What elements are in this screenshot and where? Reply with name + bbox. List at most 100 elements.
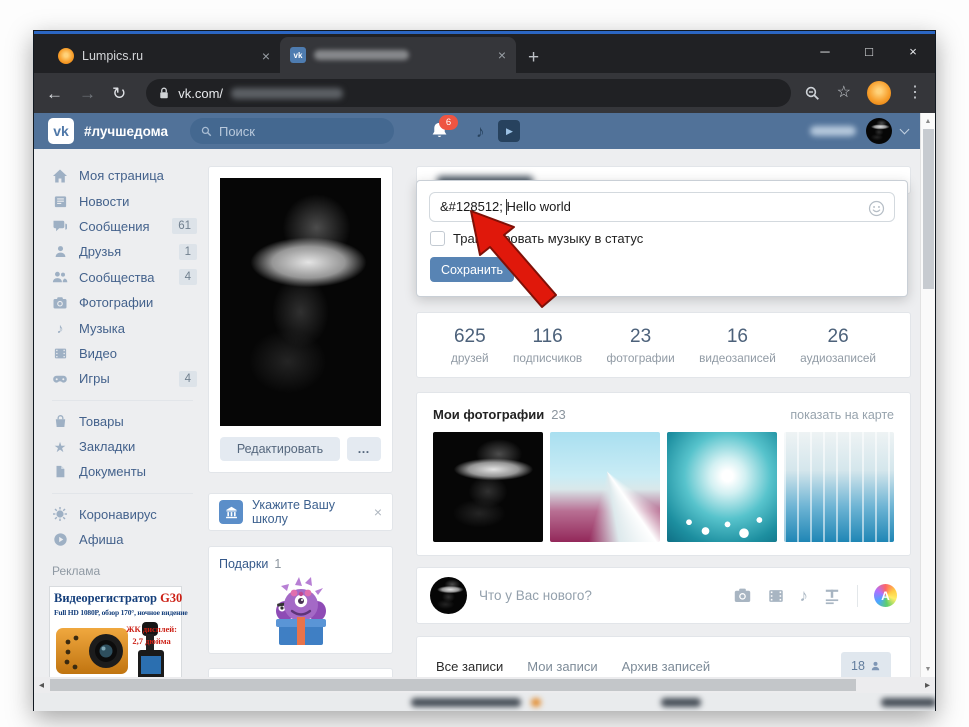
attach-article-icon[interactable] bbox=[823, 587, 841, 605]
sidebar-item-documents[interactable]: Документы bbox=[49, 459, 201, 484]
sidebar-item-photos[interactable]: Фотографии bbox=[49, 290, 201, 315]
close-icon[interactable]: × bbox=[374, 504, 382, 520]
bookmark-star-icon[interactable]: ☆ bbox=[837, 85, 851, 101]
vk-page: Моя страница Новости Сообщения 61 Друзья… bbox=[34, 149, 922, 677]
miniplayer-button[interactable]: ▶ bbox=[498, 120, 521, 142]
browser-tab-lumpics[interactable]: Lumpics.ru × bbox=[48, 39, 280, 73]
counter-videos[interactable]: 16 видеозаписей bbox=[699, 326, 776, 365]
more-actions-button[interactable]: … bbox=[347, 437, 381, 461]
broadcast-music-checkbox[interactable] bbox=[430, 231, 445, 246]
broadcast-music-option: Транслировать музыку в статус bbox=[430, 231, 907, 246]
sidebar-item-news[interactable]: Новости bbox=[49, 188, 201, 213]
status-input[interactable]: &#128512; Hello world bbox=[429, 192, 895, 222]
new-tab-button[interactable]: + bbox=[528, 48, 539, 67]
school-prompt-card: Укажите Вашу школу × bbox=[208, 493, 393, 531]
sidebar-item-communities[interactable]: Сообщества 4 bbox=[49, 265, 201, 290]
wall-tabs-card: Все записи Мои записи Архив записей 18 bbox=[416, 636, 911, 677]
blurred-footer-emoji bbox=[531, 698, 541, 707]
tab-close-icon[interactable]: × bbox=[262, 49, 270, 63]
account-menu[interactable] bbox=[810, 118, 910, 144]
minimize-button[interactable]: ─ bbox=[803, 34, 847, 68]
sidebar-item-coronavirus[interactable]: Коронавирус bbox=[49, 502, 201, 527]
sidebar-item-my-page[interactable]: Моя страница bbox=[49, 163, 201, 188]
user-icon bbox=[52, 244, 68, 260]
edit-profile-button[interactable]: Редактировать bbox=[220, 437, 340, 461]
forward-button[interactable]: → bbox=[79, 85, 96, 102]
search-icon bbox=[201, 126, 212, 136]
close-button[interactable]: × bbox=[891, 34, 935, 68]
horizontal-scrollbar[interactable]: ◂ ▸ bbox=[34, 677, 935, 693]
chrome-menu-icon[interactable]: ⋮ bbox=[907, 85, 923, 101]
notifications-button[interactable]: 6 bbox=[430, 115, 458, 141]
scroll-down-arrow[interactable]: ▼ bbox=[921, 662, 935, 676]
photo-thumbnail-1[interactable] bbox=[433, 432, 543, 542]
sidebar-item-friends[interactable]: Друзья 1 bbox=[49, 239, 201, 264]
attach-video-icon[interactable] bbox=[767, 587, 785, 605]
attach-photo-icon[interactable] bbox=[733, 586, 752, 605]
photo-thumbnail-3[interactable] bbox=[667, 432, 777, 542]
tab-close-icon[interactable]: × bbox=[498, 48, 506, 62]
camera-icon bbox=[52, 295, 68, 311]
browser-tab-vk-active[interactable]: vk × bbox=[280, 37, 516, 73]
photo-thumbnail-2[interactable] bbox=[550, 432, 660, 542]
school-icon bbox=[219, 500, 243, 524]
vk-logo[interactable]: vk bbox=[48, 118, 74, 144]
browser-tabstrip: Lumpics.ru × vk × + ─ □ × bbox=[34, 31, 935, 73]
tab-archived-posts[interactable]: Архив записей bbox=[622, 644, 711, 677]
composer-placeholder[interactable]: Что у Вас нового? bbox=[479, 588, 718, 603]
show-on-map-link[interactable]: показать на карте bbox=[790, 408, 894, 422]
home-icon bbox=[52, 168, 68, 184]
sidebar-item-video[interactable]: Видео bbox=[49, 341, 201, 366]
maximize-button[interactable]: □ bbox=[847, 34, 891, 68]
photo-thumbnail-4[interactable] bbox=[784, 432, 894, 542]
notification-badge: 6 bbox=[438, 115, 458, 130]
gift-image[interactable] bbox=[219, 573, 382, 647]
my-photos-title[interactable]: Мои фотографии bbox=[433, 407, 544, 422]
music-icon[interactable]: ♪ bbox=[476, 123, 485, 140]
post-composer-card: Что у Вас нового? ♪ A bbox=[416, 567, 911, 624]
tab-all-posts[interactable]: Все записи bbox=[436, 644, 503, 677]
save-status-button[interactable]: Сохранить bbox=[430, 257, 514, 282]
page-footer-strip bbox=[34, 693, 935, 711]
sidebar-item-games[interactable]: Игры 4 bbox=[49, 366, 201, 391]
hashtag-link[interactable]: #лучшедома bbox=[84, 124, 168, 139]
counter-audios[interactable]: 26 аудиозаписей bbox=[800, 326, 876, 365]
sidebar-item-music[interactable]: ♪ Музыка bbox=[49, 315, 201, 340]
ads-label: Реклама bbox=[52, 564, 101, 579]
header-search-input[interactable]: Поиск bbox=[189, 118, 394, 144]
counter-friends[interactable]: 625 друзей bbox=[451, 326, 489, 365]
horizontal-scroll-thumb[interactable] bbox=[50, 679, 856, 691]
ad-banner[interactable]: Видеорегистратор G30 Full HD 1080P, обзо… bbox=[49, 586, 188, 677]
back-button[interactable]: ← bbox=[46, 85, 63, 102]
chat-icon bbox=[52, 218, 68, 234]
attach-audio-icon[interactable]: ♪ bbox=[800, 586, 809, 606]
messages-count-badge: 61 bbox=[172, 218, 197, 235]
sidebar-item-afisha[interactable]: Афиша bbox=[49, 527, 201, 552]
chrome-profile-avatar[interactable] bbox=[867, 81, 891, 105]
tab-my-posts[interactable]: Мои записи bbox=[527, 644, 597, 677]
emoji-picker-icon[interactable] bbox=[868, 199, 885, 221]
counter-photos[interactable]: 23 фотографии bbox=[607, 326, 675, 365]
film-icon bbox=[52, 345, 68, 361]
gifts-header[interactable]: Подарки 1 bbox=[219, 557, 382, 571]
scroll-up-arrow[interactable]: ▲ bbox=[921, 114, 935, 128]
sidebar-item-goods[interactable]: Товары bbox=[49, 409, 201, 434]
profile-photo[interactable] bbox=[220, 178, 381, 426]
reload-button[interactable]: ↻ bbox=[112, 85, 126, 102]
wall-followers-badge[interactable]: 18 bbox=[841, 651, 891, 677]
friends-count-badge: 1 bbox=[178, 243, 197, 260]
composer-avatar bbox=[430, 577, 467, 614]
profile-photo-card: Редактировать … bbox=[208, 166, 393, 473]
browser-window: Lumpics.ru × vk × + ─ □ × ← → ↻ vk.com/ bbox=[33, 30, 936, 711]
scroll-right-arrow[interactable]: ▸ bbox=[920, 680, 935, 691]
school-prompt-label[interactable]: Укажите Вашу школу bbox=[252, 498, 365, 527]
zoom-icon[interactable] bbox=[804, 85, 821, 102]
vertical-scrollbar[interactable]: ▲ ▼ bbox=[920, 113, 935, 677]
rainbow-a-icon[interactable]: A bbox=[874, 584, 897, 607]
sidebar-item-messages[interactable]: Сообщения 61 bbox=[49, 214, 201, 239]
sidebar-item-bookmarks[interactable]: ★ Закладки bbox=[49, 434, 201, 459]
address-bar[interactable]: vk.com/ bbox=[146, 79, 792, 107]
scroll-left-arrow[interactable]: ◂ bbox=[34, 680, 49, 691]
counter-followers[interactable]: 116 подписчиков bbox=[513, 326, 582, 365]
vertical-scroll-thumb[interactable] bbox=[922, 129, 934, 289]
